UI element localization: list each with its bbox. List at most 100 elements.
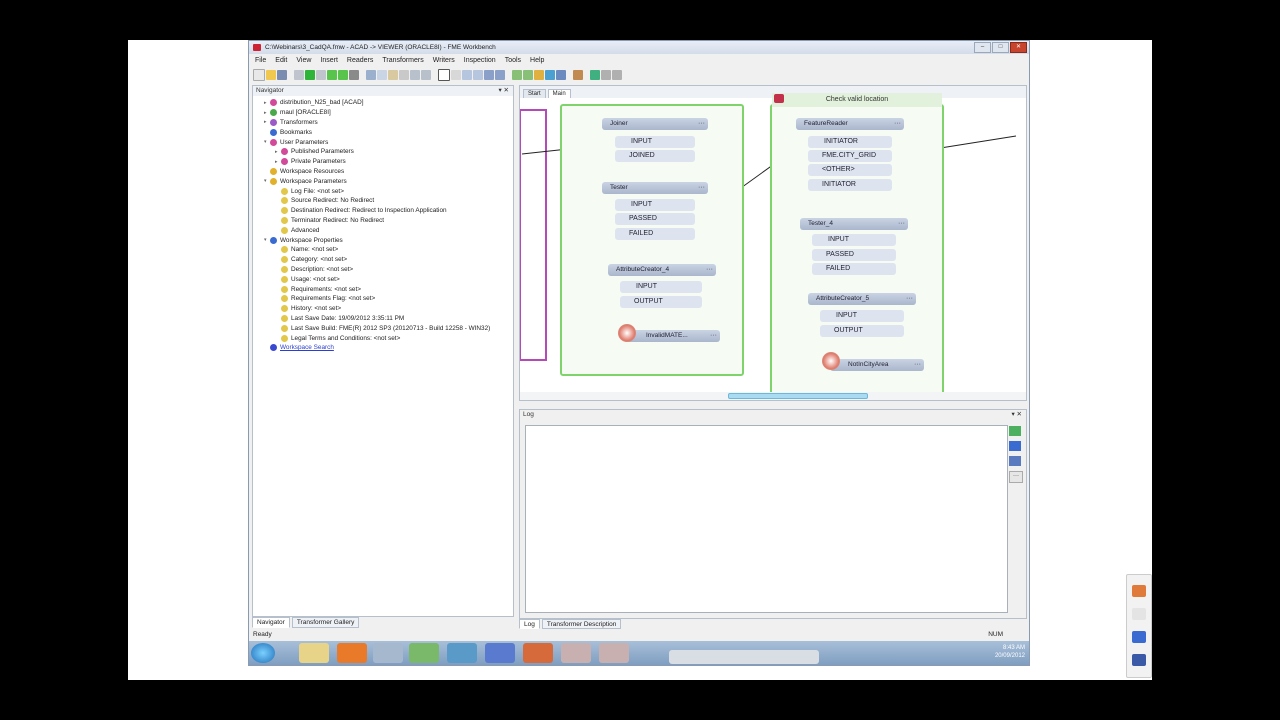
- scrollbar-thumb[interactable]: [728, 393, 868, 399]
- navigator-item[interactable]: Requirements Flag: <not set>: [253, 294, 513, 304]
- port-ac5-output[interactable]: OUTPUT: [820, 325, 904, 337]
- quick-launch-bar[interactable]: [669, 650, 819, 664]
- transformer-notincityarea[interactable]: NotInCityArea ···: [830, 359, 924, 371]
- annotation-icon[interactable]: [556, 69, 566, 80]
- fme-taskbar-button[interactable]: [409, 643, 439, 663]
- transformer-joiner[interactable]: Joiner ···: [602, 118, 708, 130]
- citrix-user-icon[interactable]: [1132, 654, 1146, 666]
- navigator-item[interactable]: Usage: <not set>: [253, 274, 513, 284]
- navigator-item[interactable]: ▸ distribution_N25_bad [ACAD]: [253, 98, 513, 108]
- port-tester-input[interactable]: INPUT: [615, 199, 695, 211]
- port-ac4-output[interactable]: OUTPUT: [620, 296, 702, 308]
- select-icon[interactable]: [438, 68, 450, 81]
- tab-log[interactable]: Log: [519, 619, 540, 629]
- navigator-item[interactable]: Source Redirect: No Redirect: [253, 196, 513, 206]
- navigator-item[interactable]: ▸ Transformers: [253, 118, 513, 128]
- navigator-item[interactable]: Workspace Resources: [253, 167, 513, 177]
- menu-readers[interactable]: Readers: [347, 57, 373, 64]
- port-joiner-joined[interactable]: JOINED: [615, 150, 695, 162]
- log-search-icon[interactable]: [1009, 441, 1021, 451]
- system-tray-clock[interactable]: 8:43 AM 20/09/2012: [995, 644, 1025, 660]
- pan-icon[interactable]: [451, 69, 461, 80]
- log-output[interactable]: [525, 425, 1008, 613]
- delete-icon[interactable]: [399, 69, 409, 80]
- explorer-taskbar-button[interactable]: [299, 643, 329, 663]
- undo-icon[interactable]: [410, 69, 420, 80]
- navigator-item[interactable]: Terminator Redirect: No Redirect: [253, 216, 513, 226]
- transformer-featurereader[interactable]: FeatureReader ···: [796, 118, 904, 130]
- menu-transformers[interactable]: Transformers: [382, 57, 423, 64]
- port-tester4-passed[interactable]: PASSED: [812, 249, 896, 261]
- zoom-extents-icon[interactable]: [484, 69, 494, 80]
- navigator-item[interactable]: Log File: <not set>: [253, 186, 513, 196]
- navigator-item[interactable]: Bookmarks: [253, 127, 513, 137]
- navigator-item[interactable]: ▸ Private Parameters: [253, 157, 513, 167]
- menu-help[interactable]: Help: [530, 57, 544, 64]
- navigator-item[interactable]: History: <not set>: [253, 304, 513, 314]
- start-button[interactable]: [251, 643, 275, 663]
- feature-counts-icon[interactable]: [573, 69, 583, 80]
- tab-transformer-gallery[interactable]: Transformer Gallery: [291, 617, 360, 628]
- add-transformer-icon[interactable]: [534, 69, 544, 80]
- tab-navigator[interactable]: Navigator: [252, 617, 290, 628]
- new-icon[interactable]: [253, 68, 265, 81]
- transformer-invalidmate[interactable]: InvalidMATE... ···: [626, 330, 720, 342]
- navigator-item[interactable]: ▾ User Parameters: [253, 137, 513, 147]
- workspace-canvas[interactable]: Start Main Check valid location Joiner ·…: [519, 85, 1027, 401]
- port-tester-passed[interactable]: PASSED: [615, 213, 695, 225]
- menu-tools[interactable]: Tools: [505, 57, 521, 64]
- port-featurereader-initiator-out[interactable]: INITIATOR: [808, 179, 892, 191]
- zoom-selection-icon[interactable]: [495, 69, 505, 80]
- citrix-menu-icon[interactable]: [1132, 585, 1146, 597]
- port-joiner-input[interactable]: INPUT: [615, 136, 695, 148]
- navigator-item[interactable]: Last Save Build: FME(R) 2012 SP3 (201207…: [253, 323, 513, 333]
- add-reader-icon[interactable]: [512, 69, 522, 80]
- navigator-item[interactable]: Description: <not set>: [253, 265, 513, 275]
- log-find-next-icon[interactable]: [1009, 456, 1021, 466]
- log-filter-icon[interactable]: [1009, 426, 1021, 436]
- port-ac4-input[interactable]: INPUT: [620, 281, 702, 293]
- redo-icon[interactable]: [421, 69, 431, 80]
- citrix-down-icon[interactable]: [1132, 608, 1146, 620]
- port-ac5-input[interactable]: INPUT: [820, 310, 904, 322]
- firefox-taskbar-button[interactable]: [337, 643, 367, 663]
- navigator-item[interactable]: ▸ Published Parameters: [253, 147, 513, 157]
- paste-icon[interactable]: [388, 69, 398, 80]
- cut-icon[interactable]: [366, 69, 376, 80]
- navigator-item[interactable]: Name: <not set>: [253, 245, 513, 255]
- navigator-item[interactable]: Requirements: <not set>: [253, 284, 513, 294]
- navigator-item[interactable]: Legal Terms and Conditions: <not set>: [253, 333, 513, 343]
- port-tester-failed[interactable]: FAILED: [615, 228, 695, 240]
- navigator-item[interactable]: ▾ Workspace Parameters: [253, 176, 513, 186]
- transformer-tester[interactable]: Tester ···: [602, 182, 708, 194]
- navigator-item[interactable]: ▾ Workspace Properties: [253, 235, 513, 245]
- menu-inspection[interactable]: Inspection: [464, 57, 496, 64]
- stop-icon[interactable]: [316, 69, 326, 80]
- menu-writers[interactable]: Writers: [433, 57, 455, 64]
- transformer-tester-4[interactable]: Tester_4 ···: [800, 218, 908, 230]
- log-more-icon[interactable]: ···: [1009, 471, 1023, 483]
- menu-insert[interactable]: Insert: [320, 57, 338, 64]
- menu-edit[interactable]: Edit: [275, 57, 287, 64]
- copy-icon[interactable]: [377, 69, 387, 80]
- navigator-close-icon[interactable]: ▾ ✕: [498, 86, 509, 96]
- open-icon[interactable]: [266, 69, 276, 80]
- add-bookmark-icon[interactable]: [545, 69, 555, 80]
- transformer-attributecreator-5[interactable]: AttributeCreator_5 ···: [808, 293, 916, 305]
- run-icon[interactable]: [305, 69, 315, 80]
- app-taskbar-button-4[interactable]: [599, 643, 629, 663]
- powerpoint-taskbar-button[interactable]: [523, 643, 553, 663]
- navigator-item[interactable]: Advanced: [253, 225, 513, 235]
- transformer-attributecreator-4[interactable]: AttributeCreator_4 ···: [608, 264, 716, 276]
- step-icon[interactable]: [338, 69, 348, 80]
- inspect-icon[interactable]: [590, 69, 600, 80]
- port-featurereader-other[interactable]: <OTHER>: [808, 164, 892, 176]
- refresh-icon[interactable]: [612, 69, 622, 80]
- pause-icon[interactable]: [294, 69, 304, 80]
- layout-icon[interactable]: [601, 69, 611, 80]
- zoom-out-icon[interactable]: [473, 69, 483, 80]
- log-close-icon[interactable]: ▾ ✕: [1011, 410, 1022, 420]
- navigator-item[interactable]: Destination Redirect: Redirect to Inspec…: [253, 206, 513, 216]
- add-writer-icon[interactable]: [523, 69, 533, 80]
- app-taskbar-button-2[interactable]: [485, 643, 515, 663]
